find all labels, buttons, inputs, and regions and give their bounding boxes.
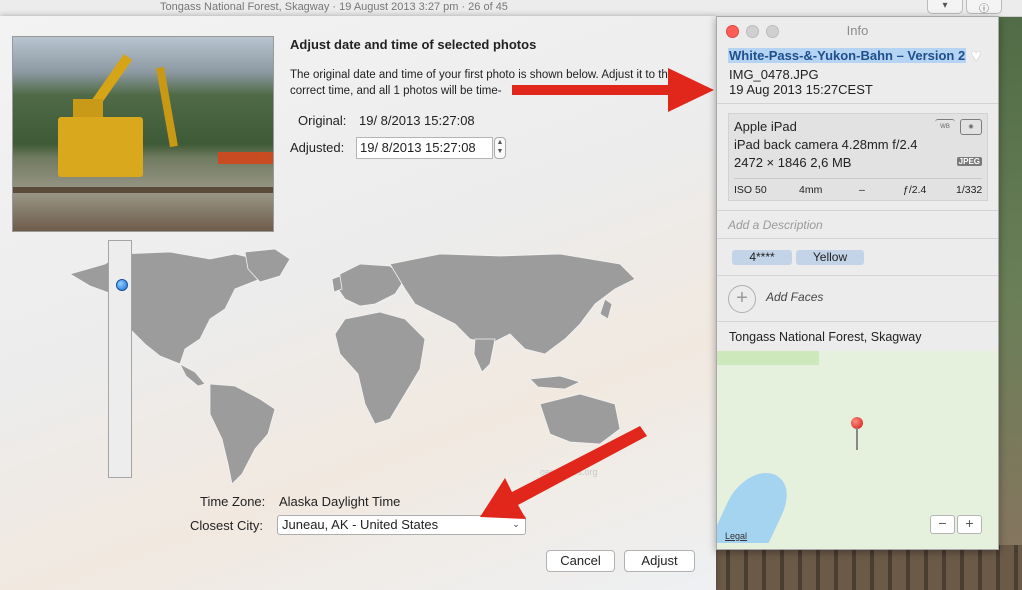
exif-iso: ISO 50 [734,184,767,196]
exif-aperture: ƒ/2.4 [903,184,927,196]
exif-shutter: 1/332 [956,184,983,196]
keyword-tag[interactable]: Yellow [796,250,864,265]
exif-focal-length: 4mm [799,184,823,196]
add-face-plus-icon[interactable]: + [728,285,756,313]
lens-info: iPad back camera 4.28mm f/2.4 [734,137,918,152]
divider [717,238,998,239]
annotation-arrow-right [512,68,714,112]
white-balance-icon: WB [935,119,955,134]
place-name[interactable]: Tongass National Forest, Skagway [729,330,921,344]
image-dimensions: 2472 × 1846 2,6 MB [734,155,852,170]
map-green-area [717,351,819,365]
favorite-heart-icon[interactable]: ♥ [971,46,981,66]
legal-link[interactable]: Legal [725,531,747,541]
zoom-in-button[interactable]: + [957,515,982,534]
exif-box: Apple iPad iPad back camera 4.28mm f/2.4… [728,113,988,201]
camera-model: Apple iPad [734,119,797,134]
info-title: Info [846,23,869,38]
zoom-out-button[interactable]: − [930,515,955,534]
photo-datetime: 19 Aug 2013 15:27CEST [729,82,873,97]
divider [717,103,998,104]
annotation-arrow-down-left [480,426,647,519]
divider [717,321,998,322]
exif-exposure-bias: – [859,184,865,196]
divider [717,275,998,276]
keyword-tag[interactable]: 4**** [732,250,792,265]
info-panel: Info White-Pass-&-Yukon-Bahn – Version 2… [716,16,999,550]
divider [717,210,998,211]
filename: IMG_0478.JPG [729,67,819,82]
exif-divider [734,178,982,179]
metering-icon: ◉ [960,119,982,135]
description-field[interactable]: Add a Description [728,218,823,232]
add-faces-label[interactable]: Add Faces [766,290,823,304]
location-map[interactable]: Legal − + [717,351,998,549]
photo-title-field[interactable]: White-Pass-&-Yukon-Bahn – Version 2 [728,48,967,63]
format-badge: JPEG [956,157,982,166]
map-pin-needle [856,428,858,450]
